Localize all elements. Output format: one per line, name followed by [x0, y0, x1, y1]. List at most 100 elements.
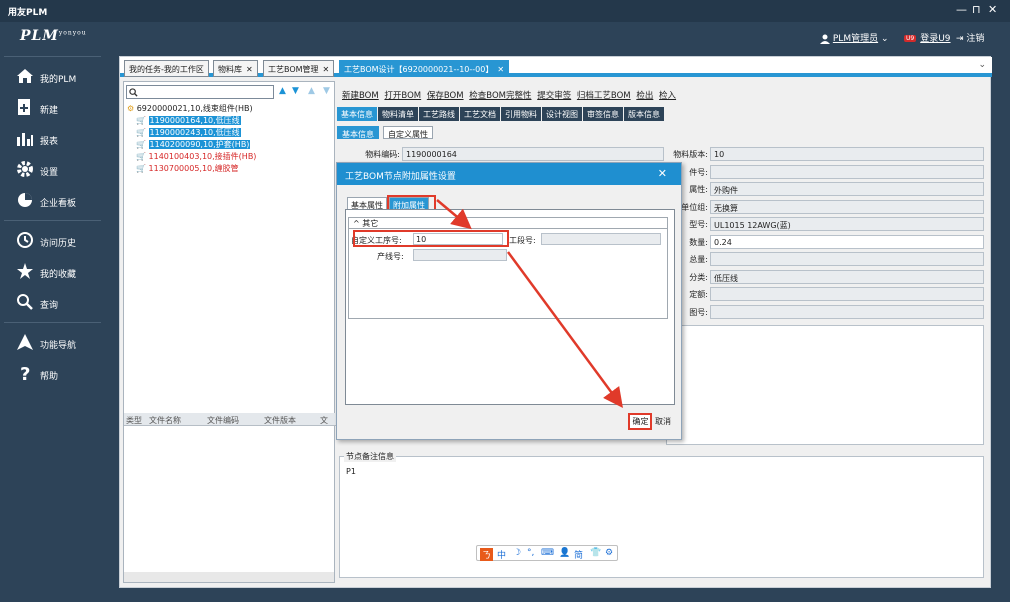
ime-punctuation-icon[interactable]: °,: [527, 548, 534, 558]
material-code-row: 物料编码: 1190000164: [336, 147, 666, 161]
cart-icon: 🛒: [136, 116, 146, 125]
grid-column-header[interactable]: 类型: [126, 415, 142, 426]
dialog-close-icon[interactable]: ✕: [658, 167, 667, 180]
collapse-down-icon[interactable]: ▼: [323, 86, 330, 96]
ok-button[interactable]: 确定: [628, 413, 653, 430]
horizontal-scrollbar[interactable]: [124, 572, 334, 582]
sidebar-item-dashboard[interactable]: 企业看板: [0, 185, 105, 216]
tab-material-library[interactable]: 物料库 ✕: [213, 60, 258, 77]
property-field[interactable]: [710, 252, 984, 266]
other-section-header[interactable]: ^ 其它: [349, 218, 667, 229]
open-bom-link[interactable]: 打开BOM: [384, 91, 421, 101]
ime-simplified-toggle[interactable]: 简: [574, 548, 583, 561]
property-field[interactable]: 无换算: [710, 200, 984, 214]
sidebar-item-navigation[interactable]: 功能导航: [0, 327, 105, 358]
checkin-link[interactable]: 检入: [659, 91, 676, 101]
cart-icon: 🛒: [136, 152, 146, 161]
grid-column-header[interactable]: 文件版本: [264, 415, 296, 426]
sidebar-item-favorites[interactable]: 我的收藏: [0, 256, 105, 287]
close-window-button[interactable]: ✕: [988, 3, 997, 16]
tree-search-input[interactable]: [126, 85, 274, 99]
logout-icon: ⇥: [956, 34, 964, 44]
minimize-button[interactable]: —: [956, 3, 967, 16]
expand-up-icon[interactable]: ▲: [308, 86, 315, 96]
tab-process-bom-design[interactable]: 工艺BOM设计【6920000021--10--00】 ✕: [339, 60, 510, 77]
property-field[interactable]: UL1015 12AWG(蓝): [710, 217, 984, 231]
sidebar-item-query[interactable]: 查询: [0, 287, 105, 318]
property-field[interactable]: 10: [710, 147, 984, 161]
tree-node[interactable]: 🛒 1140100403,10,接插件(HB): [136, 151, 256, 162]
gear-icon: [17, 161, 33, 177]
property-field[interactable]: 0.24: [710, 235, 984, 249]
login-u9-link[interactable]: U9 登录U9: [904, 31, 951, 44]
archive-bom-link[interactable]: 归档工艺BOM: [577, 91, 631, 101]
close-icon[interactable]: ✕: [497, 65, 504, 74]
ime-logo-icon[interactable]: ㄋ: [480, 548, 494, 561]
grid-column-header[interactable]: 文: [320, 415, 328, 426]
tab-referenced-material[interactable]: 引用物料: [501, 107, 541, 121]
property-field[interactable]: [710, 165, 984, 179]
cancel-button[interactable]: 取消: [655, 417, 671, 426]
sidebar-item-help[interactable]: ? 帮助: [0, 358, 105, 389]
collapse-icon[interactable]: ^: [353, 219, 360, 228]
remarks-area[interactable]: [666, 325, 984, 445]
user-icon: [820, 34, 830, 44]
ime-settings-icon[interactable]: ⚙: [605, 548, 613, 558]
new-bom-link[interactable]: 新建BOM: [342, 91, 379, 101]
tab-my-tasks[interactable]: 我的任务-我的工作区: [124, 60, 209, 77]
tab-version-info[interactable]: 版本信息: [624, 107, 664, 121]
ime-keyboard-icon[interactable]: ⌨: [541, 548, 554, 558]
checkout-link[interactable]: 检出: [636, 91, 653, 101]
ime-user-icon[interactable]: 👤: [559, 548, 570, 558]
tree-node[interactable]: 🛒 1190000243,10,低压线: [136, 127, 241, 138]
tab-process-route[interactable]: 工艺路线: [419, 107, 459, 121]
node-notes-legend: 节点备注信息: [344, 451, 396, 462]
tab-process-doc[interactable]: 工艺文档: [460, 107, 500, 121]
close-icon[interactable]: ✕: [323, 65, 330, 74]
node-notes-panel[interactable]: 节点备注信息 P1: [339, 451, 984, 578]
arrow-up-icon[interactable]: ▲: [279, 86, 286, 96]
save-bom-link[interactable]: 保存BOM: [427, 91, 464, 101]
tab-process-bom-management[interactable]: 工艺BOM管理 ✕: [263, 60, 335, 77]
check-bom-link[interactable]: 检查BOM完整性: [469, 91, 531, 101]
property-field[interactable]: [710, 305, 984, 319]
node-attribute-dialog: 工艺BOM节点附加属性设置 ✕ 基本属性 附加属性 ^ 其它 自定义工序号: 1…: [336, 162, 682, 440]
logout-link[interactable]: ⇥ 注销: [956, 31, 984, 44]
property-row: 定额:: [666, 287, 986, 301]
segment-input[interactable]: [541, 233, 661, 245]
tree-node[interactable]: 🛒 1190000164,10,低压线: [136, 115, 241, 126]
inner-tab-custom-attributes[interactable]: 自定义属性: [383, 126, 433, 139]
tab-design-view[interactable]: 设计视图: [542, 107, 582, 121]
close-icon[interactable]: ✕: [246, 65, 253, 74]
tree-root-node[interactable]: ⚙ 6920000021,10,线束组件(HB): [127, 103, 253, 114]
ime-chinese-toggle[interactable]: 中: [497, 548, 506, 561]
sidebar-item-settings[interactable]: 设置: [0, 154, 105, 185]
property-field[interactable]: 外购件: [710, 182, 984, 196]
arrow-down-icon[interactable]: ▼: [292, 86, 299, 96]
material-code-field[interactable]: 1190000164: [402, 147, 664, 161]
line-input[interactable]: [413, 249, 507, 261]
grid-column-header[interactable]: 文件编码: [207, 415, 239, 426]
user-menu[interactable]: PLM管理员 ⌄: [820, 31, 889, 44]
sidebar-item-new[interactable]: 新建: [0, 92, 105, 123]
ime-skin-icon[interactable]: 👕: [590, 548, 601, 558]
tree-node[interactable]: 🛒 1140200090,10,护套(HB): [136, 139, 251, 150]
inner-tab-basic-info[interactable]: 基本信息: [337, 126, 379, 139]
chevron-down-icon[interactable]: ⌄: [978, 60, 986, 70]
plm-logo: PLMyonyou: [20, 28, 87, 44]
tab-review-info[interactable]: 审签信息: [583, 107, 623, 121]
tree-node[interactable]: 🛒 1130700005,10,缠胶管: [136, 163, 239, 174]
property-field[interactable]: 低压线: [710, 270, 984, 284]
sidebar-item-history[interactable]: 访问历史: [0, 225, 105, 256]
maximize-button[interactable]: ⊓: [972, 3, 981, 16]
new-document-icon: [18, 99, 30, 115]
property-field[interactable]: [710, 287, 984, 301]
grid-column-header[interactable]: 文件名称: [149, 415, 181, 426]
window-title: 用友PLM: [8, 8, 48, 18]
ime-moon-icon[interactable]: ☽: [513, 548, 521, 558]
sidebar-item-report[interactable]: 报表: [0, 123, 105, 154]
submit-review-link[interactable]: 提交审签: [537, 91, 571, 101]
tab-basic-info[interactable]: 基本信息: [337, 107, 377, 121]
sidebar-item-my-plm[interactable]: 我的PLM: [0, 61, 105, 92]
tab-material-list[interactable]: 物料清单: [378, 107, 418, 121]
